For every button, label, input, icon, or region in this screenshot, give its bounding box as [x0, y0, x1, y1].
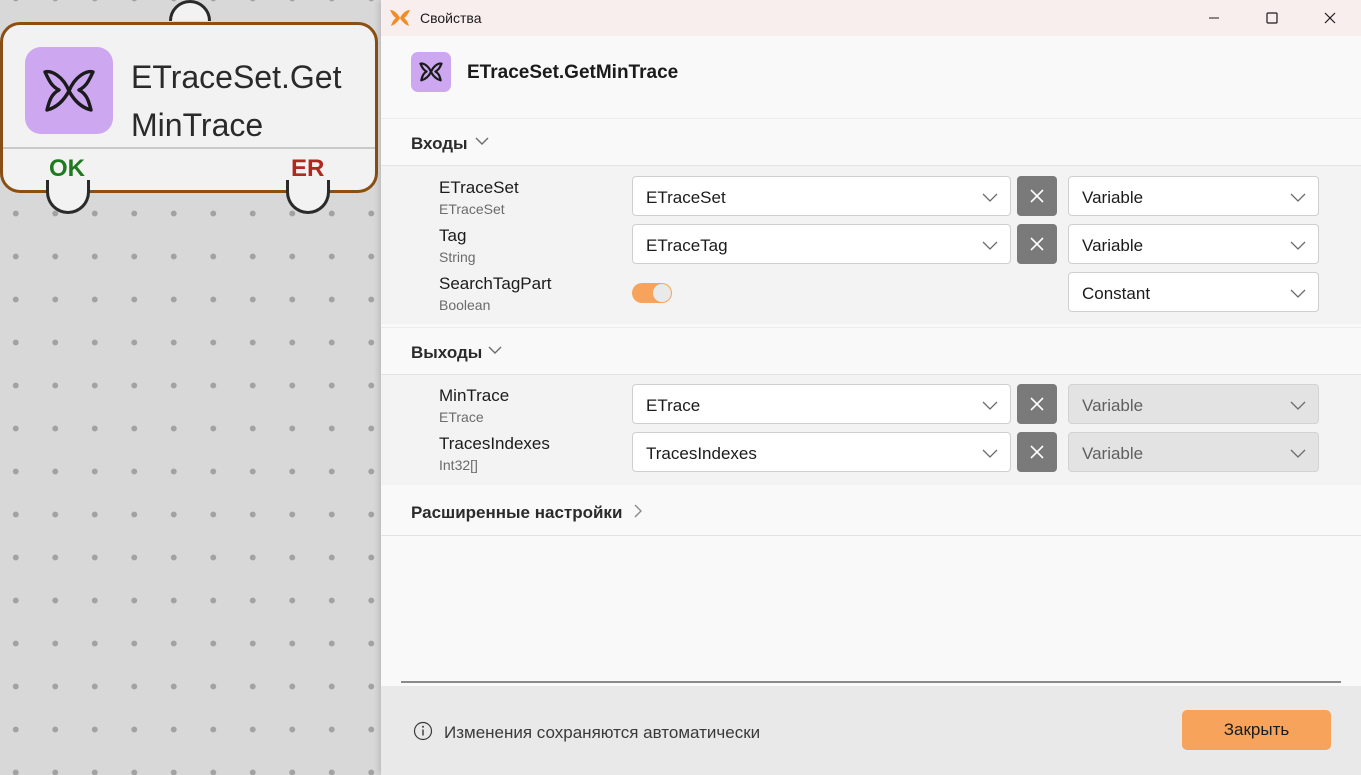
combobox-value: ETrace	[646, 396, 701, 415]
mode-combobox[interactable]: Constant	[1068, 272, 1319, 312]
toggle-knob	[653, 284, 671, 302]
chevron-down-icon	[982, 238, 998, 257]
clear-button[interactable]	[1017, 224, 1057, 264]
param-name: SearchTagPart	[439, 274, 552, 293]
value-combobox[interactable]: ETrace	[632, 384, 1011, 424]
chevron-down-icon	[982, 398, 998, 417]
param-type: Int32[]	[439, 457, 478, 473]
mode-combobox-disabled: Variable	[1068, 432, 1319, 472]
value-combobox[interactable]: TracesIndexes	[632, 432, 1011, 472]
combobox-value: Variable	[1082, 444, 1144, 463]
workflow-node[interactable]: ETraceSet.GetMinTrace OK ER	[0, 0, 378, 193]
outputs-section-body: MinTrace ETrace ETrace Variable TracesIn…	[381, 375, 1361, 485]
clear-button[interactable]	[1017, 384, 1057, 424]
combobox-value: ETraceSet	[646, 188, 726, 207]
dialog-title: ETraceSet.GetMinTrace	[467, 62, 679, 83]
window-close-button[interactable]	[1301, 0, 1359, 36]
close-icon	[1030, 189, 1044, 203]
footer-divider	[401, 681, 1341, 683]
info-icon	[413, 721, 433, 746]
chevron-down-icon	[982, 446, 998, 465]
inputs-section-body: ETraceSet ETraceSet ETraceSet Variable T…	[381, 166, 1361, 324]
value-combobox[interactable]: ETraceSet	[632, 176, 1011, 216]
chevron-down-icon	[982, 190, 998, 209]
param-name: TracesIndexes	[439, 434, 550, 453]
chevron-down-icon	[487, 342, 503, 363]
node-er-label: ER	[291, 155, 325, 182]
combobox-value: Variable	[1082, 396, 1144, 415]
outputs-section-label: Выходы	[411, 343, 483, 362]
minimize-icon	[1209, 17, 1219, 19]
minimize-button[interactable]	[1185, 0, 1243, 36]
butterfly-icon	[411, 52, 451, 92]
value-combobox[interactable]: ETraceTag	[632, 224, 1011, 264]
combobox-value: Variable	[1082, 236, 1144, 255]
autosave-info-text: Изменения сохраняются автоматически	[444, 723, 761, 742]
window-title: Свойства	[420, 10, 482, 26]
combobox-value: TracesIndexes	[646, 444, 757, 463]
param-name: ETraceSet	[439, 178, 519, 197]
mode-combobox-disabled: Variable	[1068, 384, 1319, 424]
chevron-down-icon	[474, 133, 490, 154]
outputs-section-header[interactable]: Выходы	[381, 327, 1361, 375]
mode-combobox[interactable]: Variable	[1068, 224, 1319, 264]
combobox-value: ETraceTag	[646, 236, 728, 255]
dialog-header: ETraceSet.GetMinTrace	[381, 36, 1361, 118]
close-icon	[1030, 445, 1044, 459]
combobox-value: Constant	[1082, 284, 1151, 303]
combobox-value: Variable	[1082, 188, 1144, 207]
node-title: ETraceSet.GetMinTrace	[131, 59, 342, 143]
chevron-down-icon	[1290, 398, 1306, 417]
param-type: String	[439, 249, 476, 265]
boolean-toggle[interactable]	[632, 283, 672, 303]
maximize-icon	[1266, 12, 1278, 24]
close-icon	[1030, 237, 1044, 251]
chevron-down-icon	[1290, 286, 1306, 305]
param-type: ETraceSet	[439, 201, 505, 217]
inputs-section-label: Входы	[411, 134, 468, 153]
chevron-down-icon	[1290, 446, 1306, 465]
param-name: Tag	[439, 226, 467, 245]
app-butterfly-icon	[390, 9, 410, 32]
dialog-footer: Изменения сохраняются автоматически Закр…	[381, 686, 1361, 775]
chevron-right-icon	[632, 503, 644, 524]
param-name: MinTrace	[439, 386, 510, 405]
mode-combobox[interactable]: Variable	[1068, 176, 1319, 216]
param-type: ETrace	[439, 409, 484, 425]
maximize-button[interactable]	[1243, 0, 1301, 36]
properties-dialog: Свойства ETraceSet.GetMinTrace Входы ETr…	[381, 0, 1361, 775]
close-icon	[1030, 397, 1044, 411]
advanced-settings-header[interactable]: Расширенные настройки	[381, 488, 1361, 536]
inputs-section-header[interactable]: Входы	[381, 118, 1361, 166]
advanced-settings-label: Расширенные настройки	[411, 503, 623, 522]
butterfly-icon	[25, 47, 113, 134]
node-divider	[3, 147, 375, 149]
chevron-down-icon	[1290, 190, 1306, 209]
clear-button[interactable]	[1017, 176, 1057, 216]
close-dialog-button[interactable]: Закрыть	[1182, 710, 1331, 750]
param-type: Boolean	[439, 297, 491, 313]
close-icon	[1324, 12, 1336, 24]
chevron-down-icon	[1290, 238, 1306, 257]
clear-button[interactable]	[1017, 432, 1057, 472]
title-bar[interactable]: Свойства	[381, 0, 1361, 36]
node-ok-label: OK	[49, 155, 85, 182]
